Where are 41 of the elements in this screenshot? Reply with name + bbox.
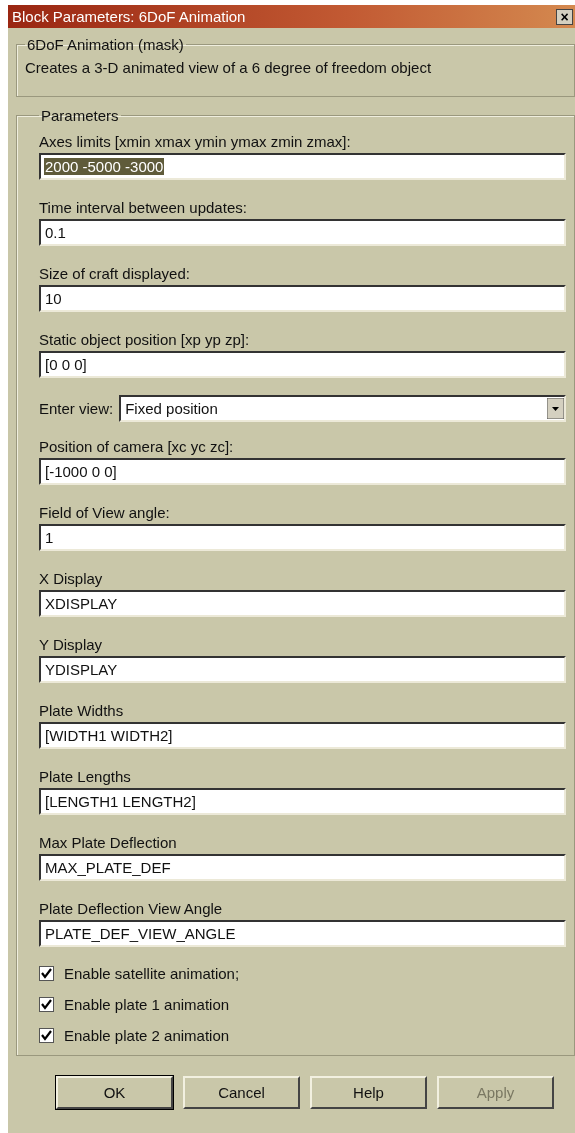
input-field[interactable]: [WIDTH1 WIDTH2] xyxy=(39,722,566,749)
input-field[interactable]: [-1000 0 0] xyxy=(39,458,566,485)
input-field[interactable]: PLATE_DEF_VIEW_ANGLE xyxy=(39,920,566,947)
checkbox[interactable] xyxy=(39,966,54,981)
input-field[interactable]: YDISPLAY xyxy=(39,656,566,683)
field-label: Y Display xyxy=(39,635,104,655)
input-field[interactable]: 10 xyxy=(39,285,566,312)
dialog-button[interactable]: Help xyxy=(310,1076,427,1109)
input-field[interactable]: 0.1 xyxy=(39,219,566,246)
input-field[interactable]: MAX_PLATE_DEF xyxy=(39,854,566,881)
checkbox-label: Enable plate 2 animation xyxy=(64,1026,230,1045)
window-title: Block Parameters: 6DoF Animation xyxy=(12,8,246,25)
field-label: Time interval between updates: xyxy=(39,198,248,218)
input-field[interactable]: [LENGTH1 LENGTH2] xyxy=(39,788,566,815)
input-field[interactable]: XDISPLAY xyxy=(39,590,566,617)
input-field[interactable]: [0 0 0] xyxy=(39,351,566,378)
field-label: Plate Lengths xyxy=(39,767,132,787)
close-button[interactable]: × xyxy=(556,8,573,25)
field-label: Plate Widths xyxy=(39,701,125,721)
group-title: Parameters xyxy=(40,107,120,124)
field-label: Enter view: xyxy=(39,398,114,419)
field-label: Field of View angle: xyxy=(39,503,171,523)
field-label: Plate Deflection View Angle xyxy=(39,899,224,919)
dropdown-arrow-icon[interactable] xyxy=(547,398,564,419)
field-label: Static object position [xp yp zp]: xyxy=(39,330,251,350)
field-label: Position of camera [xc yc zc]: xyxy=(39,437,235,457)
checkbox[interactable] xyxy=(39,1028,54,1043)
checkbox-label: Enable plate 1 animation xyxy=(64,995,230,1014)
field-label: Axes limits [xmin xmax ymin ymax zmin zmax]: xyxy=(39,132,352,152)
input-field[interactable]: 1 xyxy=(39,524,566,551)
dialog-button[interactable]: Cancel xyxy=(183,1076,300,1109)
checkbox-label: Enable satellite animation; xyxy=(64,964,240,983)
field-label: Max Plate Deflection xyxy=(39,833,178,853)
description-text: Creates a 3-D animated view of a 6 degree of freedom object xyxy=(25,58,433,76)
field-label: Size of craft displayed: xyxy=(39,264,191,284)
dropdown-field[interactable]: Fixed position xyxy=(119,395,566,422)
group-title: 6DoF Animation (mask) xyxy=(26,36,185,53)
input-field[interactable]: 2000 -5000 -3000 xyxy=(39,153,566,180)
checkbox[interactable] xyxy=(39,997,54,1012)
dialog-button[interactable]: OK xyxy=(56,1076,173,1109)
field-label: X Display xyxy=(39,569,104,589)
